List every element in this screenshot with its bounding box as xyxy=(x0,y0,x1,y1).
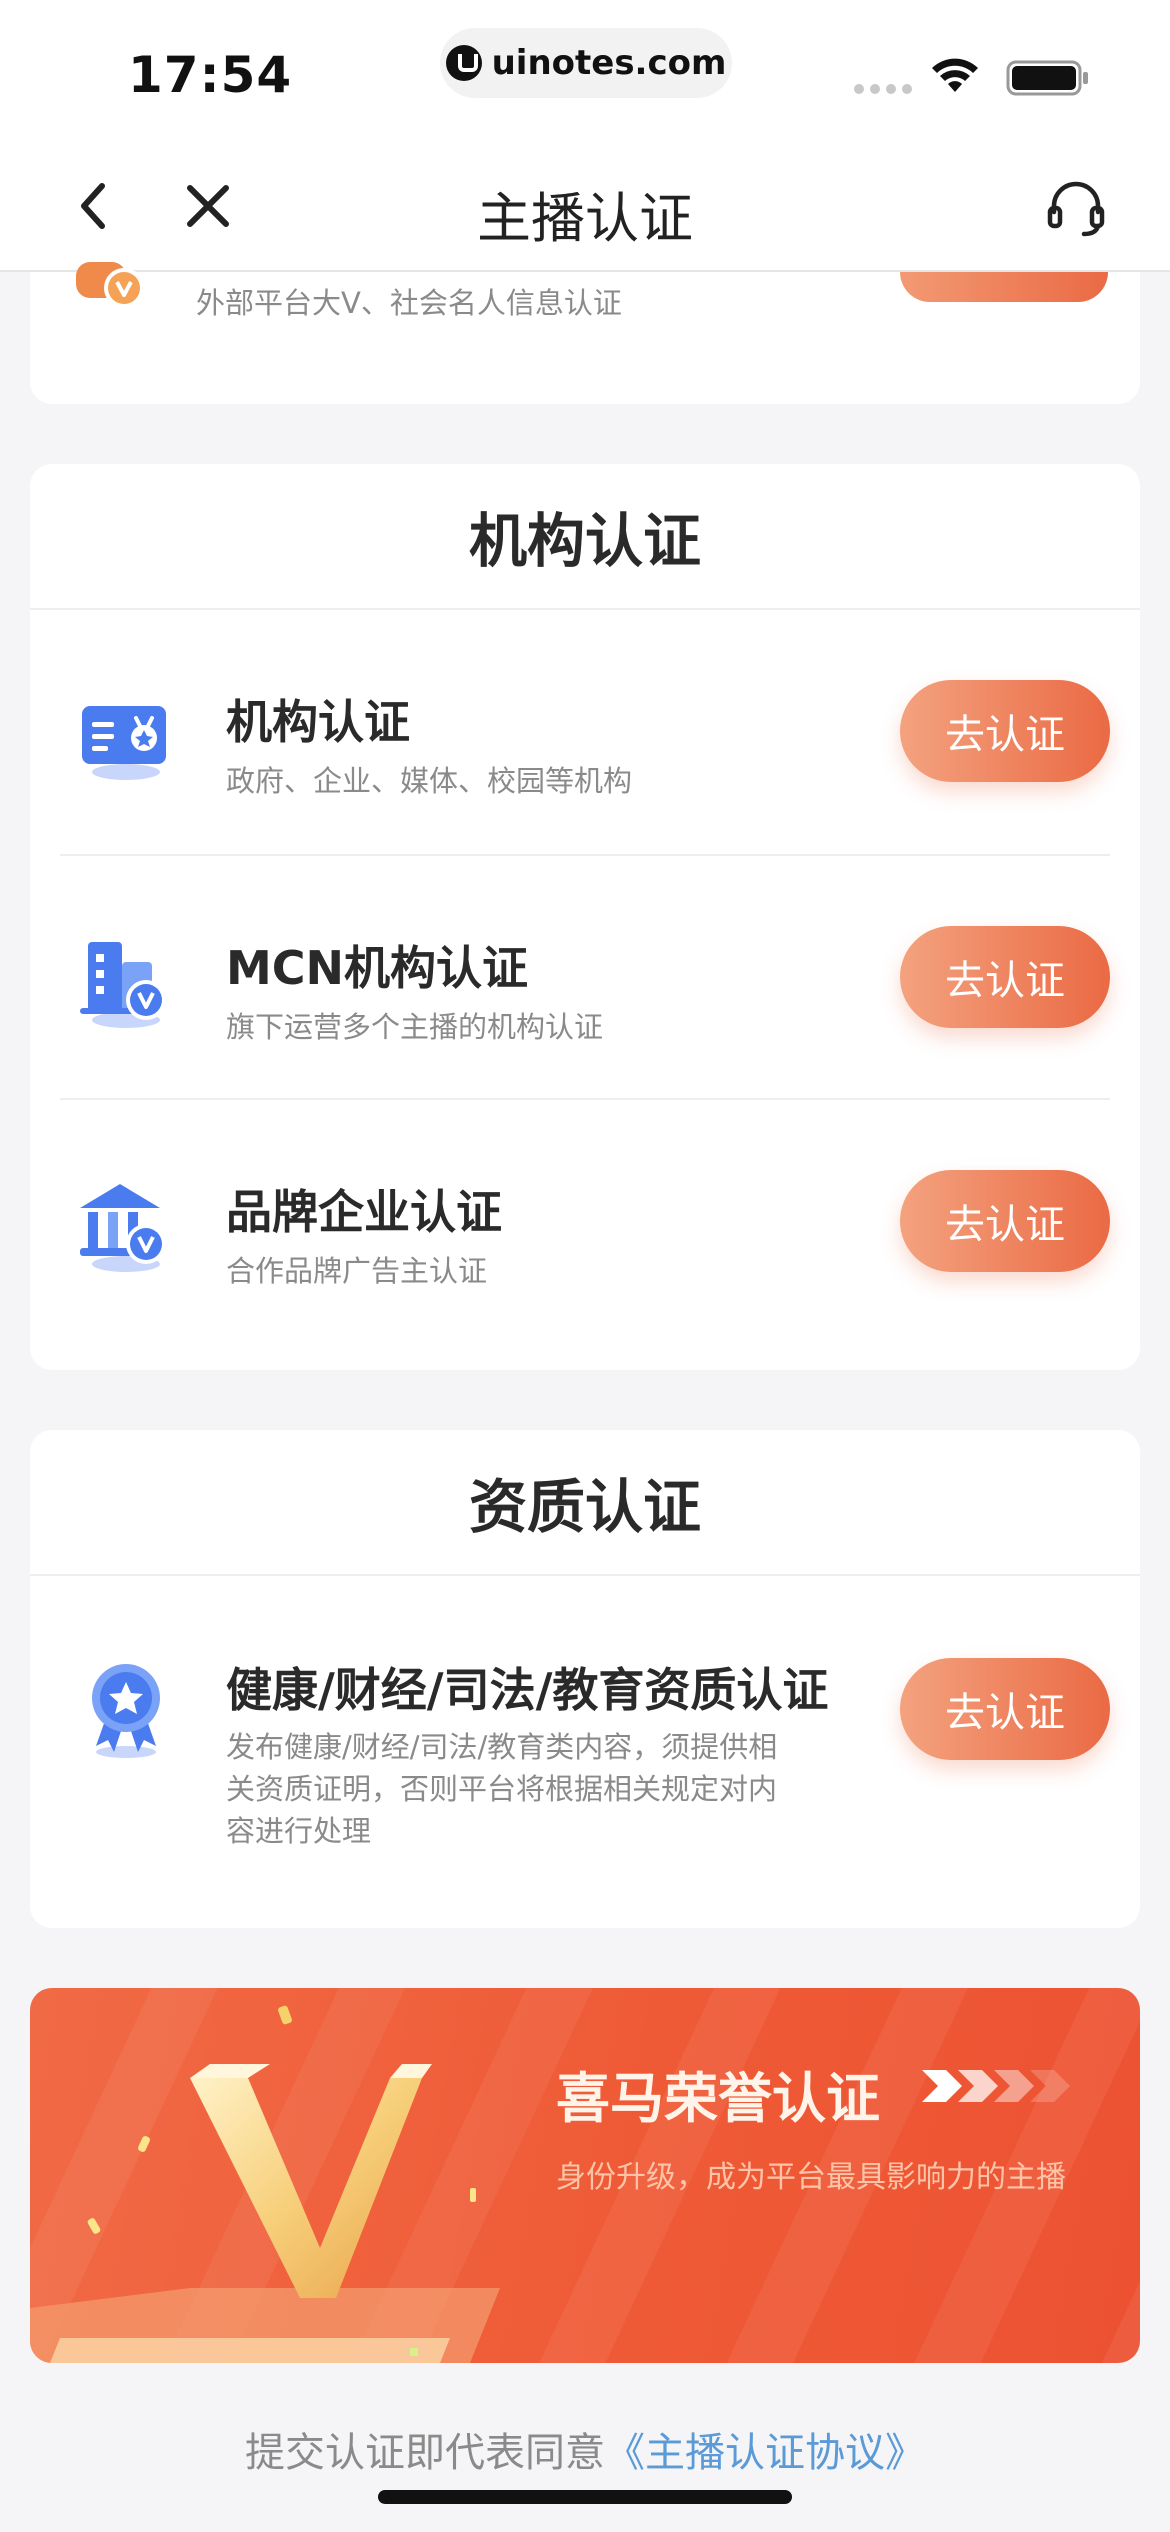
medal-icon xyxy=(76,262,144,308)
url-bar[interactable]: uinotes.com xyxy=(440,28,732,98)
qual-cert-card: 资质认证 健康/财经/司法/教育资质认证 发布健康/财经/司法/教育类内容，须提… xyxy=(30,1430,1140,1928)
agreement-text: 提交认证即代表同意《主播认证协议》 xyxy=(0,2420,1170,2478)
item-title: MCN机构认证 xyxy=(226,941,529,995)
qual-cert-button[interactable]: 去认证 xyxy=(900,1658,1110,1760)
list-item: 品牌企业认证 合作品牌广告主认证 去认证 xyxy=(60,1098,1110,1342)
signal-icon xyxy=(854,84,912,94)
customer-service-icon[interactable] xyxy=(1044,176,1108,240)
org-cert-button[interactable]: 去认证 xyxy=(900,680,1110,782)
mcn-cert-button[interactable]: 去认证 xyxy=(900,926,1110,1028)
status-time: 17:54 xyxy=(128,46,293,104)
agreement-link[interactable]: 《主播认证协议》 xyxy=(605,2430,925,2476)
agreement-prefix: 提交认证即代表同意 xyxy=(245,2430,605,2476)
org-cert-card: 机构认证 机构认证 政府、企业、媒体、校园等机构 去认证 MCN机构认证 旗下运… xyxy=(30,464,1140,1370)
site-icon xyxy=(445,45,482,81)
home-indicator[interactable] xyxy=(378,2490,792,2504)
personal-cert-button[interactable] xyxy=(900,272,1108,302)
v-emblem-icon xyxy=(30,2005,500,2363)
building-icon xyxy=(80,942,166,1028)
item-subtitle: 发布健康/财经/司法/教育类内容，须提供相关资质证明，否则平台将根据相关规定对内… xyxy=(226,1730,778,1848)
personal-cert-card: 外部平台大V、社会名人信息认证 xyxy=(30,262,1140,404)
item-title: 机构认证 xyxy=(226,695,410,749)
status-bar: 17:54 uinotes.com xyxy=(0,0,1170,140)
item-subtitle: 合作品牌广告主认证 xyxy=(226,1254,488,1288)
item-subtitle: 旗下运营多个主播的机构认证 xyxy=(226,1010,604,1044)
banner-title: 喜马荣誉认证 xyxy=(556,2067,880,2130)
org-section-title: 机构认证 xyxy=(30,464,1140,610)
personal-cert-subtitle: 外部平台大V、社会名人信息认证 xyxy=(196,286,622,320)
list-item: 健康/财经/司法/教育资质认证 发布健康/财经/司法/教育类内容，须提供相关资质… xyxy=(60,1576,1110,1926)
list-item: 机构认证 政府、企业、媒体、校园等机构 去认证 xyxy=(60,610,1110,854)
brand-cert-button[interactable]: 去认证 xyxy=(900,1170,1110,1272)
id-card-icon xyxy=(82,706,166,780)
badge-icon xyxy=(92,1664,160,1758)
nav-bar: 主播认证 xyxy=(0,140,1170,272)
honor-cert-banner[interactable]: 喜马荣誉认证 身份升级，成为平台最具影响力的主播 xyxy=(30,1988,1140,2363)
wifi-icon xyxy=(932,58,978,92)
battery-icon xyxy=(1006,60,1088,96)
item-title: 品牌企业认证 xyxy=(226,1185,502,1239)
list-item: MCN机构认证 旗下运营多个主播的机构认证 去认证 xyxy=(60,854,1110,1098)
bank-icon xyxy=(80,1184,166,1272)
qual-section-title: 资质认证 xyxy=(30,1430,1140,1576)
banner-subtitle: 身份升级，成为平台最具影响力的主播 xyxy=(556,2160,1066,2195)
url-text: uinotes.com xyxy=(491,43,727,83)
chevrons-right-icon xyxy=(922,2070,1070,2102)
item-subtitle: 政府、企业、媒体、校园等机构 xyxy=(226,764,633,798)
page-title: 主播认证 xyxy=(477,187,693,250)
item-title: 健康/财经/司法/教育资质认证 xyxy=(226,1663,829,1717)
